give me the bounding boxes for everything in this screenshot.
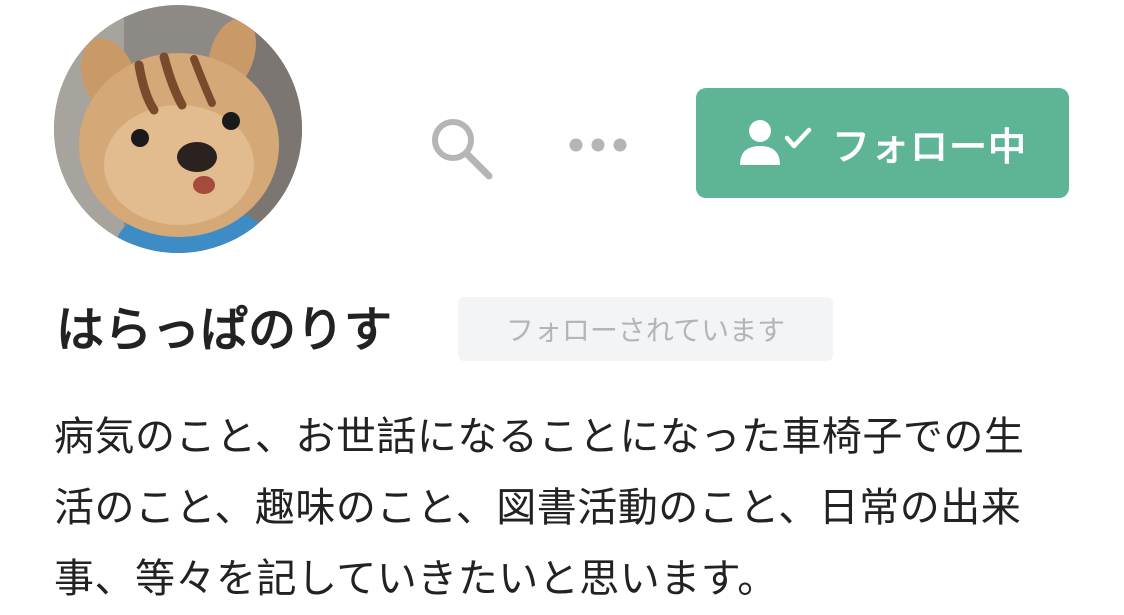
more-horizontal-icon xyxy=(569,138,627,152)
profile-username: はらっぱのりす xyxy=(56,302,393,358)
search-icon xyxy=(432,119,493,180)
more-options-button[interactable] xyxy=(556,110,640,180)
user-check-icon xyxy=(739,120,812,165)
following-button-label: フォロー中 xyxy=(831,124,1027,169)
profile-bio: 病気のこと、お世話になることになった車椅子での生活のこと、趣味のこと、図書活動の… xyxy=(54,414,1025,602)
search-button[interactable] xyxy=(418,105,502,189)
avatar[interactable] xyxy=(54,5,302,253)
follows-you-badge: フォローされています xyxy=(458,297,833,361)
squirrel-avatar-image xyxy=(54,5,302,253)
following-button[interactable]: フォロー中 xyxy=(696,88,1069,198)
